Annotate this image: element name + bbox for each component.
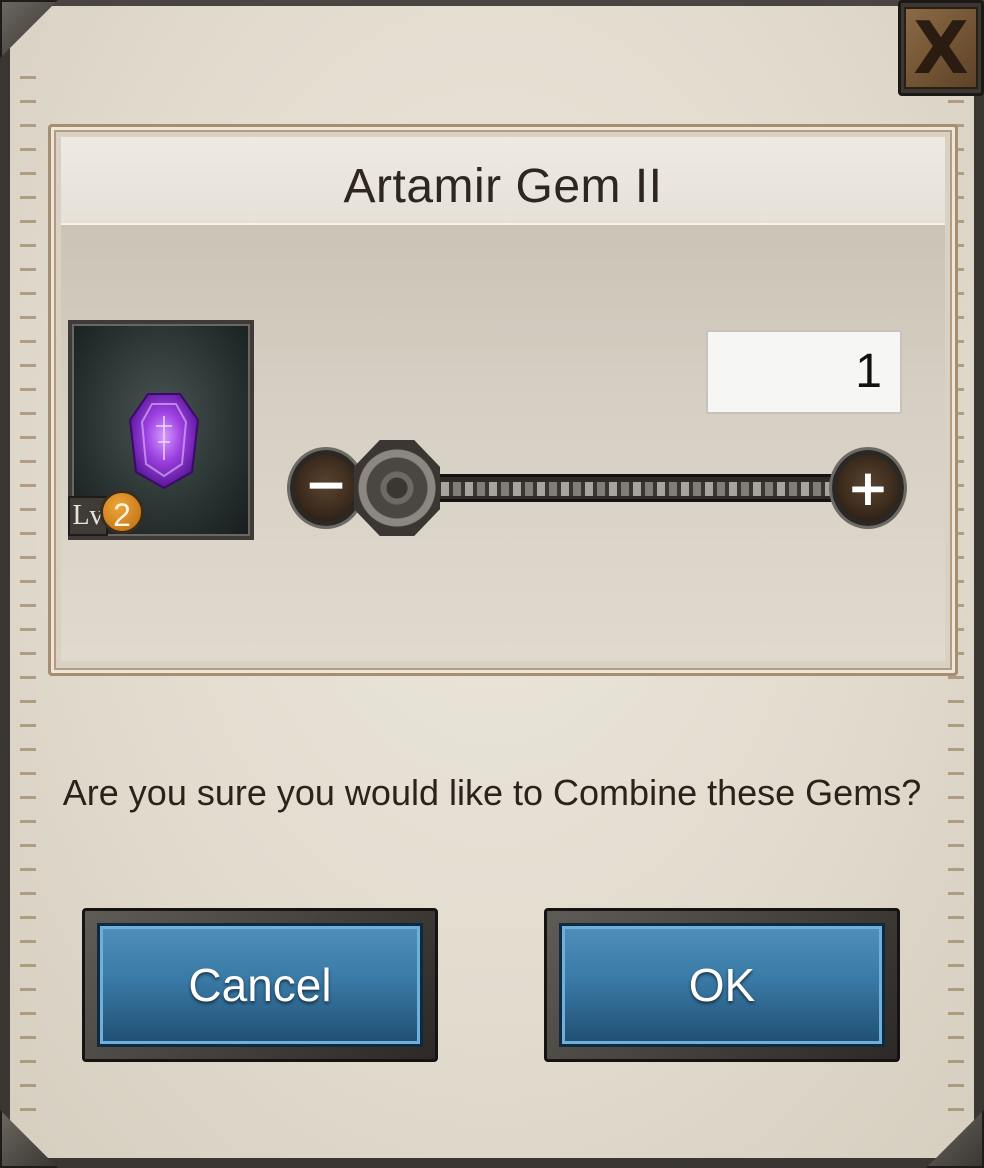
cancel-button[interactable]: Cancel: [82, 908, 438, 1062]
decrease-button[interactable]: −: [290, 450, 362, 526]
cancel-button-label: Cancel: [97, 923, 423, 1047]
level-value: 2: [100, 490, 144, 534]
corner-ornament: [926, 1110, 984, 1168]
plus-icon: +: [847, 459, 889, 517]
level-badge: Lv 2: [68, 490, 148, 540]
purple-gem-icon: [128, 393, 200, 490]
ok-button-label: OK: [559, 923, 885, 1047]
increase-button[interactable]: +: [832, 450, 904, 526]
close-button-face: X: [904, 7, 978, 89]
left-border-ornament: [20, 66, 36, 1118]
corner-ornament: [0, 0, 58, 58]
close-icon: X: [913, 6, 969, 90]
quantity-field[interactable]: 1: [706, 330, 902, 414]
corner-ornament: [0, 1110, 58, 1168]
confirm-message: Are you sure you would like to Combine t…: [62, 772, 922, 813]
minus-icon: −: [304, 455, 348, 515]
title-bar: Artamir Gem II: [61, 137, 945, 225]
gem-slot: Lv 2: [68, 320, 254, 540]
gem-title: Artamir Gem II: [343, 160, 663, 213]
ok-button[interactable]: OK: [544, 908, 900, 1062]
slider-knob[interactable]: [354, 440, 440, 536]
close-button[interactable]: X: [898, 0, 984, 96]
quantity-slider[interactable]: − +: [290, 440, 904, 536]
